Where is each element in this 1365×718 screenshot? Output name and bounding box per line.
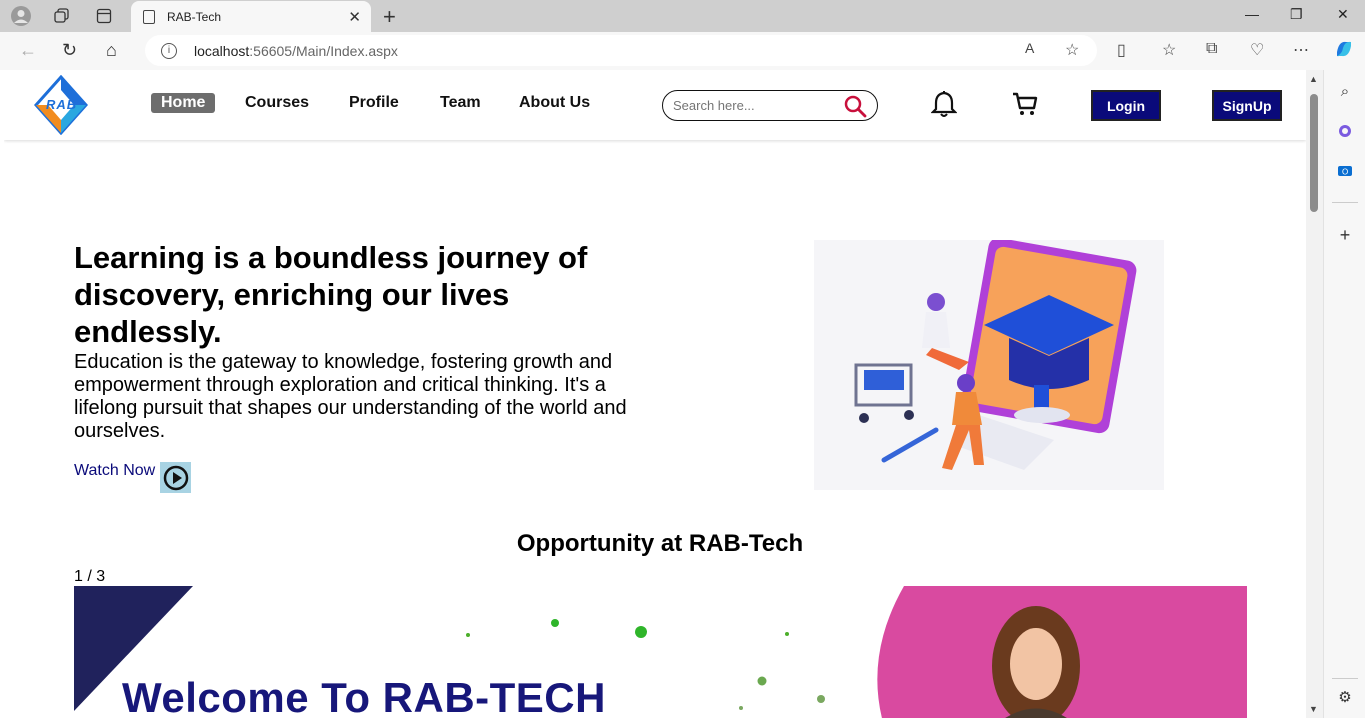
minimize-icon[interactable]: — xyxy=(1245,6,1259,22)
favorite-star-icon[interactable]: ☆ xyxy=(1065,40,1079,60)
search-icon[interactable]: ⌕ xyxy=(1336,82,1354,100)
svg-text:O: O xyxy=(1342,168,1348,177)
page-viewport: RAB Home Courses Profile Team About Us L… xyxy=(4,70,1306,718)
nav-profile[interactable]: Profile xyxy=(349,94,399,112)
nav-about-us[interactable]: About Us xyxy=(519,94,590,112)
split-screen-icon[interactable]: ▯ xyxy=(1117,40,1126,60)
hero-illustration xyxy=(814,237,1164,490)
search-box xyxy=(662,90,878,121)
close-tab-icon[interactable]: ✕ xyxy=(348,8,361,26)
more-menu-icon[interactable]: ⋯ xyxy=(1293,40,1309,60)
new-tab-icon[interactable]: + xyxy=(383,4,396,30)
settings-gear-icon[interactable]: ⚙ xyxy=(1336,688,1354,706)
carousel-slide[interactable]: Welcome To RAB-TECH xyxy=(74,586,1247,718)
site-info-icon[interactable]: i xyxy=(161,42,177,59)
add-sidebar-app-icon[interactable]: + xyxy=(1336,225,1354,245)
login-button[interactable]: Login xyxy=(1091,90,1161,121)
sidebar-divider xyxy=(1332,202,1358,203)
copilot-sidebar-icon[interactable] xyxy=(1336,122,1354,140)
play-icon[interactable] xyxy=(160,462,191,493)
restore-icon[interactable]: ❐ xyxy=(1290,6,1303,23)
browser-tab[interactable]: RAB-Tech ✕ xyxy=(131,1,371,32)
sidebar-divider xyxy=(1332,678,1358,679)
copilot-icon[interactable] xyxy=(1333,38,1355,65)
scroll-thumb[interactable] xyxy=(1310,94,1318,212)
url-host: localhost xyxy=(194,42,250,59)
hero-text: Education is the gateway to knowledge, f… xyxy=(74,351,627,442)
address-bar[interactable]: i localhost:56605/Main/Index.aspx xyxy=(145,35,1097,66)
nav-home[interactable]: Home xyxy=(151,93,216,113)
cart-icon[interactable] xyxy=(1011,90,1039,123)
home-icon[interactable]: ⌂ xyxy=(106,40,117,61)
nav-courses[interactable]: Courses xyxy=(245,94,309,112)
browser-toolbar: ← ↻ ⌂ i localhost:56605/Main/Index.aspx … xyxy=(0,32,1365,70)
favorites-icon[interactable]: ☆ xyxy=(1162,40,1176,60)
bell-icon[interactable] xyxy=(930,90,958,123)
close-window-icon[interactable]: ✕ xyxy=(1337,6,1349,23)
page-scrollbar[interactable]: ▲ ▼ xyxy=(1306,70,1323,718)
page-icon xyxy=(143,9,155,24)
performance-icon[interactable]: ♡ xyxy=(1250,40,1264,60)
url-path: :56605/Main/Index.aspx xyxy=(249,42,398,59)
watch-now-link[interactable]: Watch Now xyxy=(74,462,155,480)
tab-actions-icon[interactable] xyxy=(93,5,115,27)
tab-title: RAB-Tech xyxy=(167,9,222,24)
browser-sidebar: ⌕ O + ⚙ xyxy=(1323,70,1365,718)
search-input[interactable] xyxy=(673,98,841,113)
workspaces-icon[interactable] xyxy=(51,5,73,27)
refresh-icon[interactable]: ↻ xyxy=(62,40,77,61)
opportunity-title: Opportunity at RAB-Tech xyxy=(516,530,804,557)
slide-heading: Welcome To RAB-TECH xyxy=(122,674,606,718)
back-icon[interactable]: ← xyxy=(19,40,37,61)
logo-text: RAB xyxy=(46,97,78,112)
signup-button[interactable]: SignUp xyxy=(1212,90,1282,121)
search-icon[interactable] xyxy=(843,94,867,123)
nav-team[interactable]: Team xyxy=(440,94,481,112)
browser-tab-bar: RAB-Tech ✕ + — ❐ ✕ xyxy=(0,0,1365,32)
scroll-up-arrow-icon[interactable]: ▲ xyxy=(1309,74,1318,84)
site-header: RAB Home Courses Profile Team About Us L… xyxy=(4,70,1306,140)
profile-icon[interactable] xyxy=(10,5,32,27)
hero-title: Learning is a boundless journey of disco… xyxy=(74,240,588,349)
slide-counter: 1 / 3 xyxy=(74,568,106,585)
rab-logo[interactable]: RAB xyxy=(33,74,89,136)
collections-icon[interactable]: ⧉ xyxy=(1206,40,1217,58)
scroll-down-arrow-icon[interactable]: ▼ xyxy=(1309,704,1318,714)
outlook-icon[interactable]: O xyxy=(1336,162,1354,180)
read-aloud-icon[interactable]: A xyxy=(1025,40,1034,56)
